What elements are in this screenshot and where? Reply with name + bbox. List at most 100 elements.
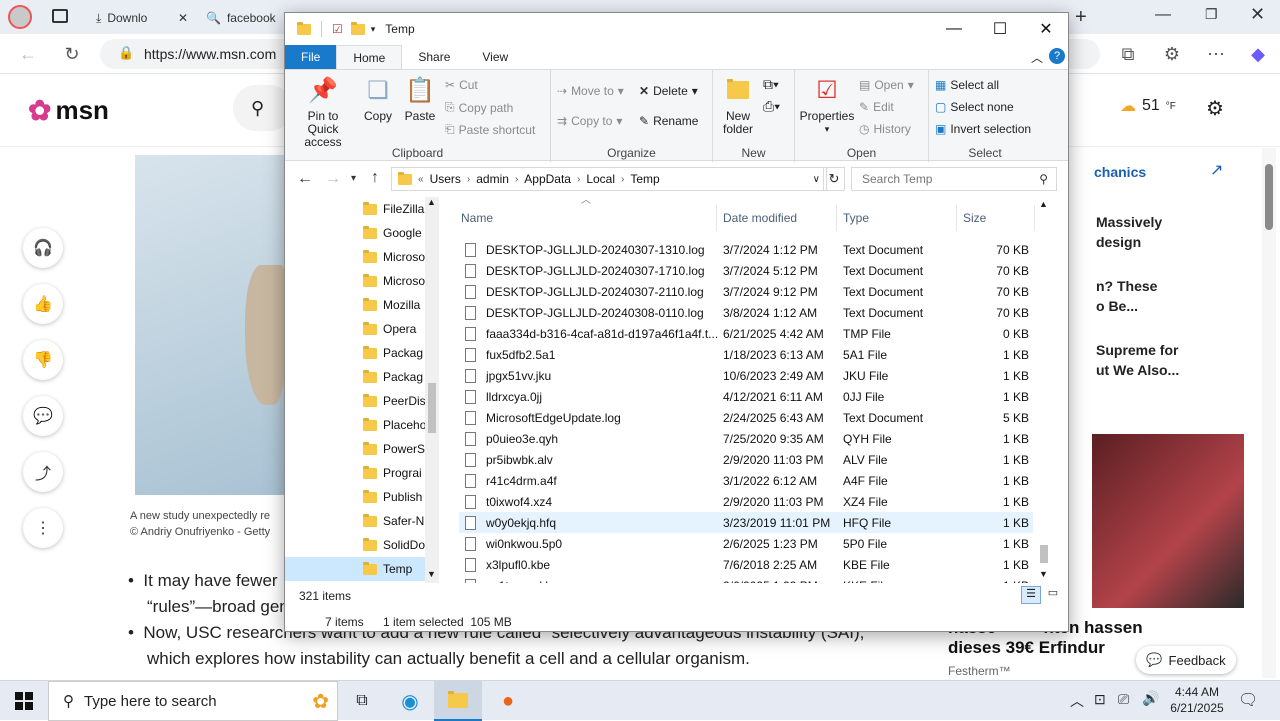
nav-item[interactable]: PeerDis [363,389,425,413]
scroll-up-icon[interactable]: ▲ [427,197,436,207]
task-view-icon[interactable]: ⧉ [338,681,386,721]
page-scrollbar[interactable] [1262,148,1276,678]
file-row[interactable]: ya1tpexw.kke2/6/2025 1:23 PMKKE File1 KB [459,575,1033,583]
taskbar-search-box[interactable]: ⚲ Type here to search ✿ [48,681,338,721]
edit-button[interactable]: ✎ Edit [859,100,894,114]
copy-button[interactable]: ❏ Copy [359,74,397,123]
news-link[interactable]: o Be... [1096,296,1138,316]
column-header-type[interactable]: Type [837,205,957,231]
nav-item-temp-selected[interactable]: Temp [285,557,425,581]
close-browser-button[interactable]: ✕ [1250,4,1265,25]
new-tab-button[interactable]: + [1075,6,1087,29]
properties-quick-icon[interactable]: ☑ [332,22,343,36]
file-scrollbar[interactable]: ▲ ▼ [1037,197,1051,583]
paste-button[interactable]: 📋 Paste [401,74,439,123]
file-row[interactable]: wi0nkwou.5p0 2/6/2025 1:23 PM 5P0 File 1 KB [459,533,1033,554]
news-link[interactable]: Supreme for [1096,340,1178,360]
msn-logo[interactable]: ✿ msn [28,94,109,127]
breadcrumb-users[interactable]: Users [424,172,467,186]
help-icon[interactable]: ? [1049,48,1065,64]
forward-button[interactable]: → [325,170,341,188]
new-folder-quick-icon[interactable] [350,21,365,35]
share-icon[interactable]: ⤴ [23,452,63,492]
file-row[interactable]: jpgx51vv.jku 10/6/2023 2:49 AM JKU File 1 K… [459,365,1033,386]
nav-scrollbar[interactable]: ▲ ▼ [425,197,439,583]
external-link-icon[interactable]: ↗ [1210,160,1223,180]
ad-image[interactable] [1092,434,1244,608]
more-menu-icon[interactable]: ⋯ [1204,42,1228,66]
nav-item[interactable]: Prograi [363,461,425,485]
file-row[interactable]: DESKTOP-JGLLJLD-20240307-1710.log 3/7/202… [459,260,1033,281]
extensions-icon[interactable]: ⚙ [1160,42,1184,66]
network-icon[interactable]: ⊡ [1094,691,1106,708]
copy-to-button[interactable]: ⇉ Copy to ▾ [557,114,622,128]
collapse-ribbon-icon[interactable]: ︿ [1031,49,1043,66]
nav-item[interactable]: Packag [363,341,425,365]
file-scrollbar-thumb[interactable] [1040,545,1048,563]
details-view-button[interactable]: ☰ [1021,586,1041,604]
nav-item[interactable]: SolidDo [363,533,425,557]
file-row[interactable]: MicrosoftEdgeUpdate.log 2/24/2025 6:43 AM… [459,407,1033,428]
scroll-up-icon[interactable]: ▲ [1039,199,1048,209]
show-hidden-icons[interactable]: ︿ [1070,691,1084,711]
address-dropdown-icon[interactable]: ∨ [813,174,820,185]
tab-facebook[interactable]: 🔍 facebook [198,4,284,32]
column-header-size[interactable]: Size [957,205,1035,231]
profile-avatar[interactable] [8,5,32,29]
thumbs-down-icon[interactable]: 👎 [23,340,63,380]
tab-view[interactable]: View [466,45,524,69]
back-button[interactable]: ← [297,170,313,188]
file-row[interactable]: DESKTOP-JGLLJLD-20240308-0110.log 3/8/202… [459,302,1033,323]
file-row[interactable]: x3lpufl0.kbe 7/6/2018 2:25 AM KBE File 1 KB [459,554,1033,575]
paste-shortcut-button[interactable]: ⎗ Paste shortcut [445,122,535,137]
pin-quick-access-button[interactable]: 📌 Pin to Quick access [291,74,355,149]
invert-selection-button[interactable]: ▣ Invert selection [935,122,1031,136]
headphones-icon[interactable]: 🎧 [23,228,63,268]
notifications-icon[interactable]: 🗨 [1238,690,1258,710]
news-link[interactable]: n? These [1096,276,1157,296]
file-row[interactable]: pr5ibwbk.alv 2/9/2020 11:03 PM ALV File 1 K… [459,449,1033,470]
minimize-browser-button[interactable]: — [1155,6,1171,24]
nav-scrollbar-thumb[interactable] [428,383,436,433]
news-link[interactable]: design [1096,232,1141,252]
tab-share[interactable]: Share [402,45,466,69]
scroll-down-icon[interactable]: ▼ [427,569,436,579]
file-row[interactable]: p0uieo3e.qyh 7/25/2020 9:35 AM QYH File 1 K… [459,428,1033,449]
thumbs-up-icon[interactable]: 👍 [23,284,63,324]
more-options-icon[interactable]: ⋮ [23,508,63,548]
news-link[interactable]: Massively [1096,212,1162,232]
tab-downloads[interactable]: ⤓ Downlo ✕ [88,4,196,32]
properties-button[interactable]: ☑ Properties ▾ [799,74,855,136]
move-to-button[interactable]: ⇢ Move to ▾ [557,84,624,98]
collections-icon[interactable]: ⧉ [1116,42,1140,66]
nav-item[interactable]: Placeho [363,413,425,437]
copilot-icon[interactable]: ◆ [1246,42,1270,66]
file-row-selected[interactable]: w0y0ekjq.hfq 3/23/2019 11:01 PM HFQ File 1 … [459,512,1033,533]
nav-item[interactable]: Packag [363,365,425,389]
page-scrollbar-thumb[interactable] [1265,164,1273,230]
easy-access-button[interactable]: ⎙▾ [763,98,780,115]
ad-title-line2[interactable]: dieses 39€ Erfindur [948,638,1105,658]
cut-button[interactable]: ✂ Cut [445,78,478,92]
rename-button[interactable]: ✎ Rename [639,114,698,128]
refresh-icon[interactable]: ↻ [60,42,84,66]
tab-file[interactable]: File [285,45,337,69]
feedback-button[interactable]: 💬 Feedback [1136,646,1236,674]
address-bar[interactable]: « Users › admin › AppData › Local › Temp ∨ [391,167,827,191]
copy-path-button[interactable]: ⎘ Copy path [445,100,513,115]
wifi-icon[interactable]: ⎚ [1118,691,1129,708]
search-box[interactable]: Search Temp ⚲ [851,167,1057,191]
volume-icon[interactable]: 🔊 [1142,690,1159,707]
customize-toolbar-icon[interactable]: ▾ [371,24,376,35]
nav-item[interactable]: FileZilla [363,197,425,221]
nav-item[interactable]: Google [363,221,425,245]
delete-button[interactable]: ✕ Delete ▾ [639,84,698,98]
open-button[interactable]: ▤ Open ▾ [859,78,914,92]
maximize-button[interactable]: ☐ [977,13,1023,45]
column-header-date[interactable]: Date modified [717,205,837,231]
file-row[interactable]: fux5dfb2.5a1 1/18/2023 6:13 AM 5A1 File 1 K… [459,344,1033,365]
edge-icon[interactable]: ◉ [386,681,434,721]
nav-item[interactable]: PowerS [363,437,425,461]
file-row[interactable]: lldrxcya.0jj 4/12/2021 6:11 AM 0JJ File 1 K… [459,386,1033,407]
column-header-name[interactable]: Name [455,205,717,231]
